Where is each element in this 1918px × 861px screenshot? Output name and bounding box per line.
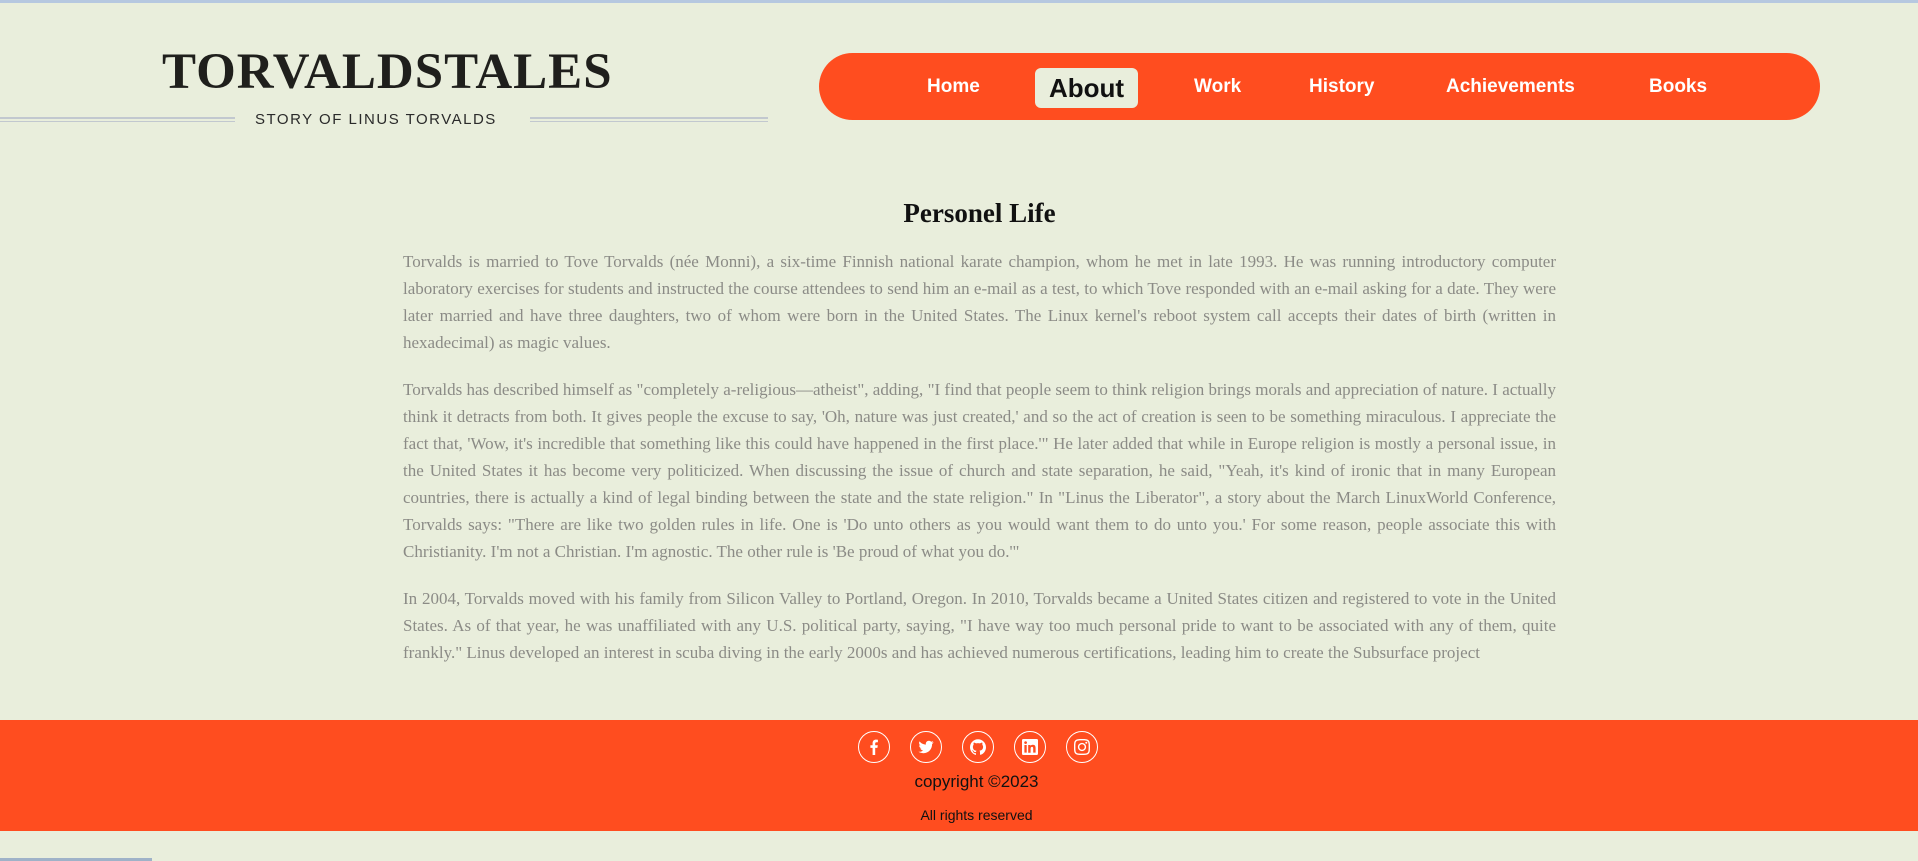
paragraph-personal-life: Torvalds is married to Tove Torvalds (né… [403, 252, 1556, 352]
rights-text: All rights reserved [920, 807, 1033, 823]
paragraph-residence: In 2004, Torvalds moved with his family … [403, 589, 1556, 662]
brand-divider-left [0, 117, 235, 122]
main-nav: Home About Work History Achievements Boo… [819, 53, 1820, 120]
section-title: Personel Life [903, 198, 1056, 228]
github-icon[interactable] [962, 731, 994, 763]
brand-divider-right [530, 117, 768, 122]
top-border [0, 0, 1918, 3]
facebook-icon[interactable] [858, 731, 890, 763]
nav-achievements[interactable]: Achievements [1446, 53, 1575, 120]
instagram-icon[interactable] [1066, 731, 1098, 763]
social-links [858, 731, 1098, 763]
site-footer: copyright ©2023 All rights reserved [0, 720, 1918, 831]
nav-history[interactable]: History [1309, 53, 1374, 120]
main-content: Personel Life Torvalds is married to Tov… [403, 192, 1556, 666]
nav-home[interactable]: Home [927, 53, 980, 120]
nav-work[interactable]: Work [1194, 53, 1241, 120]
site-subtitle: STORY OF LINUS TORVALDS [255, 111, 497, 128]
linkedin-icon[interactable] [1014, 731, 1046, 763]
copyright-text: copyright ©2023 [914, 772, 1039, 791]
nav-about[interactable]: About [1035, 68, 1139, 108]
paragraph-religion: Torvalds has described himself as "compl… [403, 380, 1556, 561]
twitter-icon[interactable] [910, 731, 942, 763]
nav-books[interactable]: Books [1649, 53, 1707, 120]
site-title: TORVALDSTALES [162, 44, 613, 100]
